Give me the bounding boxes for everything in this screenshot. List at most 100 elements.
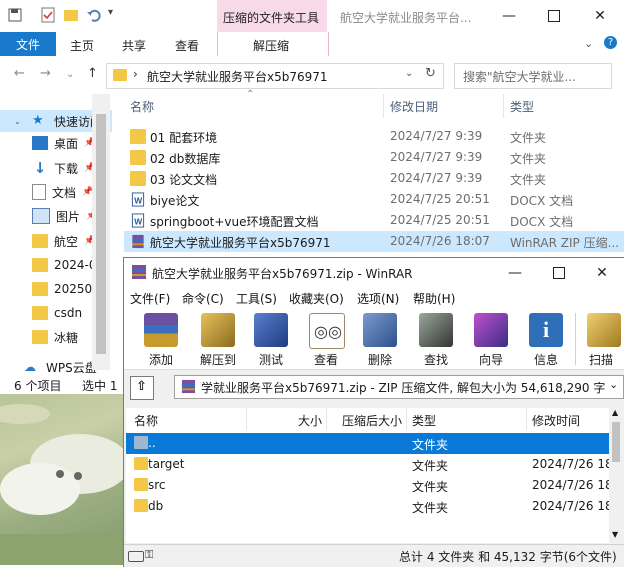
folder-icon <box>32 258 48 272</box>
word-document-icon: W <box>131 213 145 228</box>
path-dropdown[interactable]: ⌄ <box>605 376 623 398</box>
folder-icon <box>130 150 146 165</box>
scroll-down-icon[interactable]: ▼ <box>612 530 618 539</box>
winrar-minimize-button[interactable]: — <box>492 258 538 287</box>
address-field[interactable]: › 航空大学就业服务平台x5b76971 ⌄ ↻ <box>106 63 444 89</box>
test-icon <box>254 313 288 347</box>
column-header-type[interactable]: 类型 <box>406 408 527 430</box>
winrar-archive-icon <box>132 234 144 249</box>
menu-favorites[interactable]: 收藏夹(O) <box>289 290 344 307</box>
explorer-status-bar: 6 个项目 选中 1 <box>0 374 124 394</box>
ribbon-tab-extract[interactable]: 解压缩 <box>217 32 329 56</box>
drive-icon[interactable] <box>128 551 144 562</box>
archive-row-parent[interactable]: .. 文件夹 <box>126 433 609 454</box>
recent-locations-icon[interactable]: ⌄ <box>66 69 74 80</box>
archive-row[interactable]: db 文件夹 2024/7/26 18 <box>126 496 613 517</box>
column-header-date[interactable]: 修改日期 <box>390 98 438 115</box>
scan-button[interactable]: 扫描 <box>575 311 623 367</box>
download-icon: ↓ <box>33 159 47 177</box>
winrar-status-bar: ⚿ 总计 4 文件夹 和 45,132 字节(6个文件) <box>124 544 624 567</box>
column-header-name[interactable]: 名称 <box>130 98 154 115</box>
menu-commands[interactable]: 命令(C) <box>182 290 224 307</box>
archive-row[interactable]: src 文件夹 2024/7/26 18 <box>126 475 613 496</box>
address-path: 航空大学就业服务平台x5b76971 <box>147 70 328 84</box>
key-icon[interactable]: ⚿ <box>145 548 153 562</box>
file-row[interactable]: 01 配套环境 2024/7/27 9:39 文件夹 <box>124 126 624 147</box>
view-icon: ◎◎ <box>309 313 345 349</box>
menu-help[interactable]: 帮助(H) <box>413 290 455 307</box>
extract-to-button[interactable]: 解压到 <box>192 311 244 367</box>
menu-tools[interactable]: 工具(S) <box>236 290 277 307</box>
add-archive-icon <box>144 313 178 347</box>
view-button[interactable]: ◎◎ 查看 <box>300 311 352 367</box>
archive-row[interactable]: target 文件夹 2024/7/26 18 <box>126 454 613 475</box>
file-row[interactable]: W springboot+vue环境配置文档 2024/7/25 20:51 D… <box>124 210 624 231</box>
address-dropdown-icon[interactable]: ⌄ <box>405 68 413 79</box>
close-button[interactable]: ✕ <box>577 0 623 32</box>
properties-icon[interactable] <box>40 7 56 23</box>
compressed-folder-tools-tab[interactable]: 压缩的文件夹工具 <box>217 0 327 32</box>
nav-pane-scrollbar[interactable] <box>92 94 110 370</box>
ribbon-expand-icon[interactable]: ⌄ <box>584 37 593 50</box>
winrar-window-title: 航空大学就业服务平台x5b76971.zip - WinRAR <box>152 267 413 281</box>
svg-text:W: W <box>134 216 142 226</box>
ribbon-tab-home[interactable]: 主页 <box>70 37 94 54</box>
file-row[interactable]: W biye论文 2024/7/25 20:51 DOCX 文档 <box>124 189 624 210</box>
column-header-type[interactable]: 类型 <box>510 98 534 115</box>
archive-path-field[interactable]: 学就业服务平台x5b76971.zip - ZIP 压缩文件, 解包大小为 54… <box>174 375 624 399</box>
scrollbar-thumb[interactable] <box>96 114 106 354</box>
extract-to-icon <box>201 313 235 347</box>
status-selected-count: 选中 1 <box>82 379 118 393</box>
scrollbar-thumb[interactable] <box>612 422 620 462</box>
breadcrumb-separator-icon: › <box>133 67 138 81</box>
refresh-icon[interactable]: ↻ <box>425 66 436 81</box>
folder-icon <box>32 234 48 248</box>
menu-options[interactable]: 选项(N) <box>357 290 399 307</box>
add-button[interactable]: 添加 <box>135 311 187 367</box>
column-header-modified[interactable]: 修改时间 <box>526 408 609 430</box>
scroll-up-icon[interactable]: ▲ <box>612 408 618 417</box>
forward-arrow-icon[interactable]: → <box>40 66 51 81</box>
up-arrow-icon[interactable]: ↑ <box>87 66 98 81</box>
file-row-selected[interactable]: 航空大学就业服务平台x5b76971 2024/7/26 18:07 WinRA… <box>124 231 624 252</box>
parent-folder-icon <box>134 436 148 449</box>
folder-icon <box>113 69 127 81</box>
back-arrow-icon[interactable]: ← <box>14 66 25 81</box>
winrar-maximize-button[interactable] <box>536 258 582 287</box>
up-folder-button[interactable]: ⇧ <box>130 376 154 400</box>
winrar-archive-icon <box>132 265 146 279</box>
wizard-icon <box>474 313 508 347</box>
find-icon <box>419 313 453 347</box>
file-row[interactable]: 03 论文文档 2024/7/27 9:39 文件夹 <box>124 168 624 189</box>
delete-button[interactable]: 删除 <box>354 311 406 367</box>
search-input[interactable]: 搜索"航空大学就业... <box>454 63 612 89</box>
chevron-down-icon[interactable]: ⌄ <box>14 117 21 126</box>
archive-list-scrollbar[interactable]: ▲ ▼ <box>609 408 623 543</box>
minimize-button[interactable]: — <box>486 0 532 32</box>
wizard-button[interactable]: 向导 <box>465 311 517 367</box>
new-folder-icon[interactable] <box>63 7 79 23</box>
word-document-icon: W <box>131 192 145 207</box>
status-item-count: 6 个项目 <box>14 379 62 393</box>
undo-icon[interactable] <box>86 7 102 23</box>
test-button[interactable]: 测试 <box>245 311 297 367</box>
find-button[interactable]: 查找 <box>410 311 462 367</box>
help-icon[interactable]: ? <box>604 36 617 49</box>
archive-file-list: 名称 大小 压缩后大小 类型 修改时间 .. 文件夹 target 文件夹 20… <box>126 408 613 543</box>
wallpaper-illustration <box>0 404 124 565</box>
maximize-button[interactable] <box>531 0 577 32</box>
folder-icon <box>32 282 48 296</box>
column-header-packed[interactable]: 压缩后大小 <box>326 408 407 430</box>
info-button[interactable]: i 信息 <box>520 311 572 367</box>
ribbon-tab-view[interactable]: 查看 <box>175 37 199 54</box>
winrar-close-button[interactable]: ✕ <box>579 258 624 287</box>
menu-file[interactable]: 文件(F) <box>130 290 170 307</box>
ribbon-tab-file[interactable]: 文件 <box>0 32 56 56</box>
save-icon[interactable] <box>8 7 24 23</box>
column-header-name[interactable]: 名称 <box>126 408 247 430</box>
ribbon-tab-share[interactable]: 共享 <box>122 37 146 54</box>
file-row[interactable]: 02 db数据库 2024/7/27 9:39 文件夹 <box>124 147 624 168</box>
winrar-menu-bar: 文件(F) 命令(C) 工具(S) 收藏夹(O) 选项(N) 帮助(H) <box>124 287 624 309</box>
column-header-size[interactable]: 大小 <box>246 408 327 430</box>
quick-access-dropdown-icon[interactable]: ▾ <box>108 7 113 18</box>
